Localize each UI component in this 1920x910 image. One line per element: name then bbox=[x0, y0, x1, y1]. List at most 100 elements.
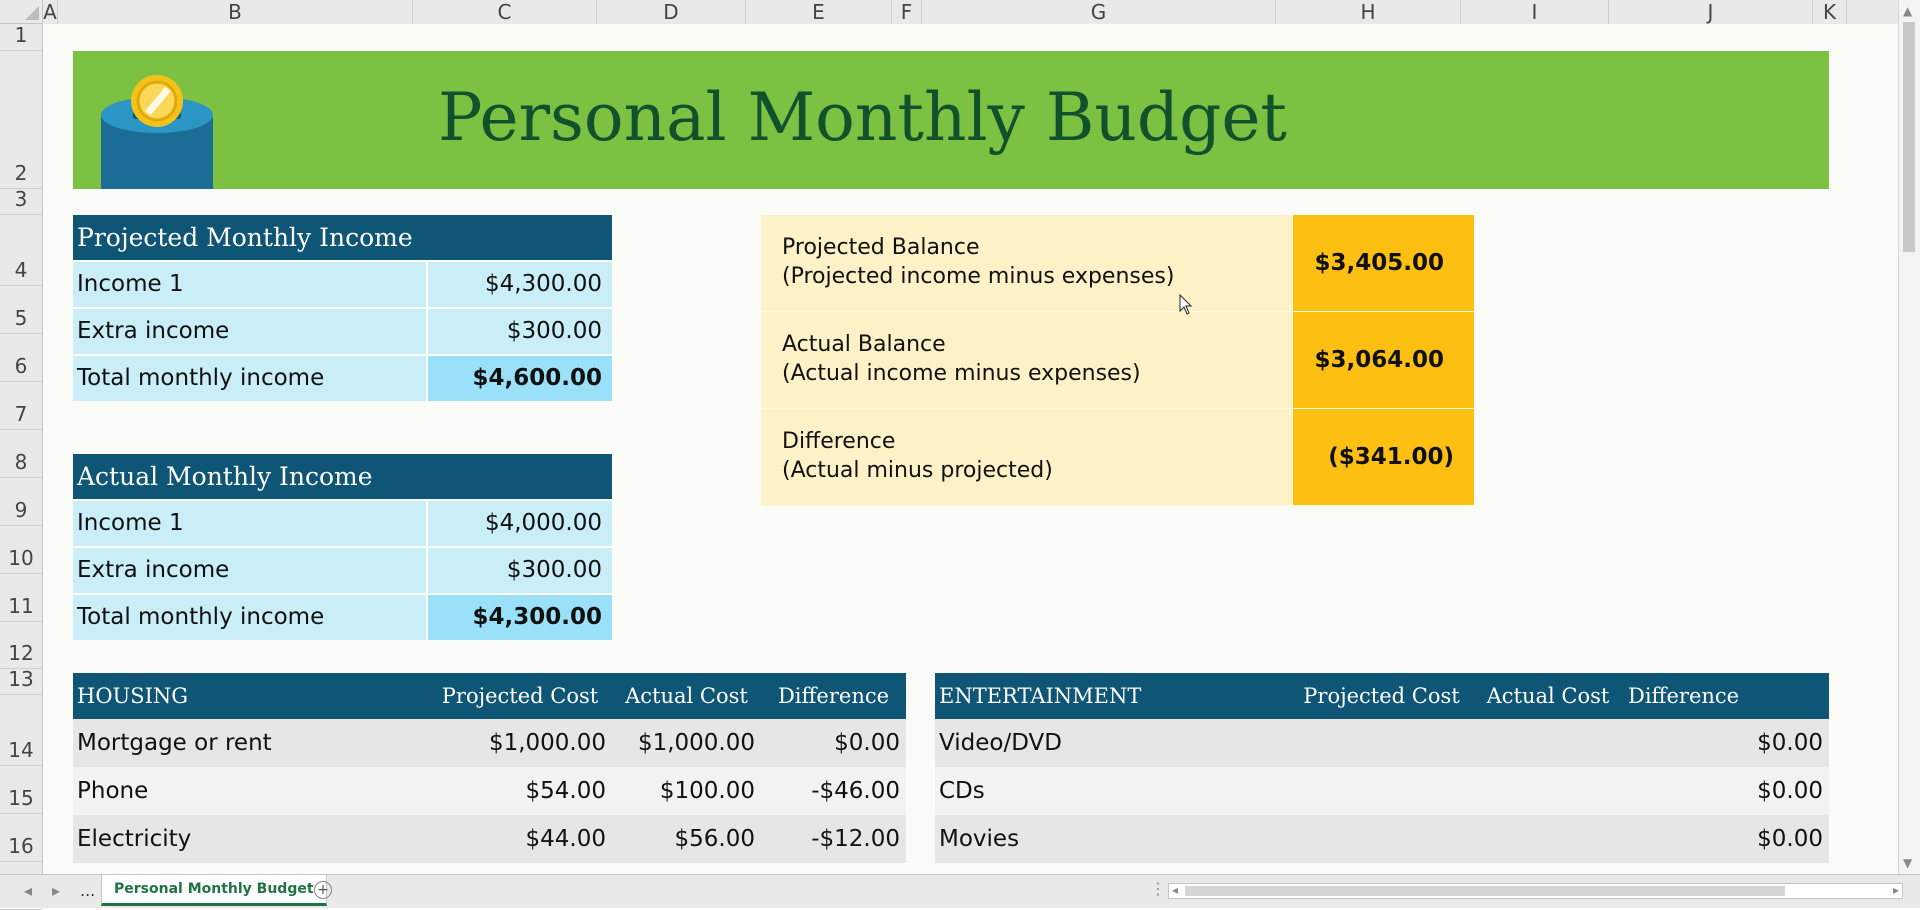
column-header-c[interactable]: C bbox=[413, 0, 597, 24]
total-income-label-cell[interactable]: Total monthly income bbox=[73, 356, 428, 401]
income-label-cell[interactable]: Extra income bbox=[73, 548, 428, 593]
difference-value[interactable]: ($341.00) bbox=[1293, 409, 1474, 505]
row-header-9[interactable]: 9 bbox=[0, 478, 42, 526]
table-row: CDs $0.00 bbox=[935, 767, 1829, 815]
actual-cost-cell[interactable] bbox=[1474, 719, 1622, 767]
table-row: Electricity $44.00 $56.00 -$12.00 bbox=[73, 815, 906, 863]
entertainment-header[interactable]: ENTERTAINMENT bbox=[935, 673, 1289, 719]
tab-split-handle-icon[interactable]: ⋮ bbox=[1150, 879, 1166, 898]
income-label-cell[interactable]: Income 1 bbox=[73, 262, 428, 307]
difference-label[interactable]: Difference (Actual minus projected) bbox=[761, 409, 1293, 505]
row-header-12[interactable]: 12 bbox=[0, 622, 42, 669]
scroll-up-icon[interactable]: ▲ bbox=[1903, 4, 1912, 18]
expense-name-cell[interactable]: Electricity bbox=[73, 815, 428, 863]
projected-cost-cell[interactable] bbox=[1289, 767, 1474, 815]
projected-cost-header[interactable]: Projected Cost bbox=[428, 673, 612, 719]
horizontal-scroll-thumb[interactable] bbox=[1185, 886, 1785, 896]
prev-sheet-icon[interactable]: ◂ bbox=[24, 881, 32, 900]
actual-cost-cell[interactable] bbox=[1474, 767, 1622, 815]
projected-cost-cell[interactable] bbox=[1289, 719, 1474, 767]
scroll-left-icon[interactable]: ◂ bbox=[1172, 883, 1178, 897]
select-all-corner[interactable] bbox=[0, 0, 43, 24]
income-value-cell[interactable]: $4,300.00 bbox=[428, 262, 612, 307]
row-header-2[interactable]: 2 bbox=[0, 51, 42, 189]
column-header-a[interactable]: A bbox=[43, 0, 58, 24]
vertical-scroll-thumb[interactable] bbox=[1903, 22, 1915, 252]
column-header-d[interactable]: D bbox=[597, 0, 746, 24]
row-header-1[interactable]: 1 bbox=[0, 23, 42, 51]
difference-header[interactable]: Difference bbox=[1622, 673, 1829, 719]
row-header-8[interactable]: 8 bbox=[0, 430, 42, 478]
next-sheet-icon[interactable]: ▸ bbox=[52, 881, 60, 900]
projected-balance-label[interactable]: Projected Balance (Projected income minu… bbox=[761, 215, 1293, 311]
table-row: Phone $54.00 $100.00 -$46.00 bbox=[73, 767, 906, 815]
actual-income-title[interactable]: Actual Monthly Income bbox=[73, 454, 612, 499]
projected-balance-value[interactable]: $3,405.00 bbox=[1293, 215, 1474, 311]
column-header-e[interactable]: E bbox=[746, 0, 892, 24]
row-header-4[interactable]: 4 bbox=[0, 215, 42, 286]
income-label-cell[interactable]: Income 1 bbox=[73, 501, 428, 546]
difference-cell[interactable]: $0.00 bbox=[1622, 767, 1829, 815]
actual-balance-value[interactable]: $3,064.00 bbox=[1293, 312, 1474, 408]
row-header-7[interactable]: 7 bbox=[0, 382, 42, 430]
scroll-down-icon[interactable]: ▼ bbox=[1903, 856, 1912, 870]
income-value-cell[interactable]: $300.00 bbox=[428, 548, 612, 593]
difference-cell[interactable]: $0.00 bbox=[1622, 719, 1829, 767]
difference-cell[interactable]: $0.00 bbox=[761, 719, 906, 767]
add-sheet-icon[interactable]: + bbox=[314, 881, 332, 899]
row-header-3[interactable]: 3 bbox=[0, 187, 42, 215]
expense-name-cell[interactable]: Mortgage or rent bbox=[73, 719, 428, 767]
column-header-j[interactable]: J bbox=[1609, 0, 1813, 24]
expense-name-cell[interactable]: CDs bbox=[935, 767, 1289, 815]
projected-cost-cell[interactable]: $1,000.00 bbox=[428, 719, 612, 767]
income-value-cell[interactable]: $300.00 bbox=[428, 309, 612, 354]
column-header-i[interactable]: I bbox=[1461, 0, 1609, 24]
total-income-label-cell[interactable]: Total monthly income bbox=[73, 595, 428, 640]
sheet-tab-personal-monthly-budget[interactable]: Personal Monthly Budget bbox=[101, 875, 327, 906]
income-value-cell[interactable]: $4,000.00 bbox=[428, 501, 612, 546]
actual-cost-header[interactable]: Actual Cost bbox=[612, 673, 761, 719]
actual-cost-cell[interactable]: $56.00 bbox=[612, 815, 761, 863]
actual-cost-cell[interactable] bbox=[1474, 815, 1622, 863]
difference-cell[interactable]: $0.00 bbox=[1622, 815, 1829, 863]
row-header-15[interactable]: 15 bbox=[0, 766, 42, 814]
column-header-b[interactable]: B bbox=[58, 0, 413, 24]
column-header-k[interactable]: K bbox=[1813, 0, 1847, 24]
row-header-5[interactable]: 5 bbox=[0, 286, 42, 334]
more-sheets-button[interactable]: ... bbox=[80, 881, 95, 900]
difference-row: Difference (Actual minus projected) ($34… bbox=[761, 409, 1474, 506]
income-label-cell[interactable]: Extra income bbox=[73, 309, 428, 354]
row-header-14[interactable]: 14 bbox=[0, 695, 42, 766]
column-header-h[interactable]: H bbox=[1276, 0, 1461, 24]
expense-name-cell[interactable]: Movies bbox=[935, 815, 1289, 863]
actual-balance-label[interactable]: Actual Balance (Actual income minus expe… bbox=[761, 312, 1293, 408]
row-header-11[interactable]: 11 bbox=[0, 574, 42, 622]
column-header-f[interactable]: F bbox=[892, 0, 922, 24]
actual-cost-header[interactable]: Actual Cost bbox=[1474, 673, 1622, 719]
horizontal-scrollbar[interactable]: ◂ ▸ bbox=[1168, 883, 1903, 899]
vertical-scrollbar[interactable]: ▲ ▼ bbox=[1898, 0, 1920, 874]
row-header-6[interactable]: 6 bbox=[0, 334, 42, 382]
row-header-13[interactable]: 13 bbox=[0, 667, 42, 695]
difference-cell[interactable]: -$46.00 bbox=[761, 767, 906, 815]
difference-header[interactable]: Difference bbox=[761, 673, 906, 719]
projected-cost-cell[interactable]: $54.00 bbox=[428, 767, 612, 815]
total-income-value-cell[interactable]: $4,600.00 bbox=[428, 356, 612, 401]
column-header-g[interactable]: G bbox=[922, 0, 1276, 24]
difference-cell[interactable]: -$12.00 bbox=[761, 815, 906, 863]
projected-cost-header[interactable]: Projected Cost bbox=[1289, 673, 1474, 719]
worksheet-grid[interactable]: Personal Monthly Budget Projected Monthl… bbox=[43, 24, 1898, 874]
actual-cost-cell[interactable]: $1,000.00 bbox=[612, 719, 761, 767]
total-income-value-cell[interactable]: $4,300.00 bbox=[428, 595, 612, 640]
expense-name-cell[interactable]: Phone bbox=[73, 767, 428, 815]
housing-header[interactable]: HOUSING bbox=[73, 673, 428, 719]
projected-income-title[interactable]: Projected Monthly Income bbox=[73, 215, 612, 260]
housing-table: HOUSING Projected Cost Actual Cost Diffe… bbox=[73, 673, 906, 863]
row-header-10[interactable]: 10 bbox=[0, 526, 42, 574]
projected-cost-cell[interactable] bbox=[1289, 815, 1474, 863]
expense-name-cell[interactable]: Video/DVD bbox=[935, 719, 1289, 767]
scroll-right-icon[interactable]: ▸ bbox=[1893, 883, 1899, 897]
actual-cost-cell[interactable]: $100.00 bbox=[612, 767, 761, 815]
projected-cost-cell[interactable]: $44.00 bbox=[428, 815, 612, 863]
row-header-16[interactable]: 16 bbox=[0, 814, 42, 862]
